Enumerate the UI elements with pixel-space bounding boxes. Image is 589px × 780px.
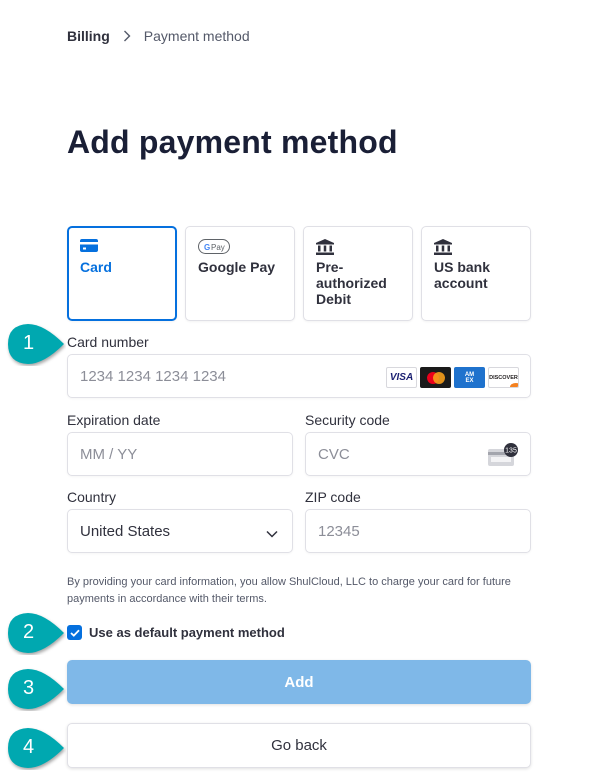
add-button[interactable]: Add: [67, 660, 531, 704]
callout-marker-4: 4: [4, 726, 64, 768]
credit-card-icon: [80, 239, 164, 255]
security-code-label: Security code: [305, 412, 390, 428]
expiration-placeholder: MM / YY: [80, 445, 138, 463]
tab-us-bank-account-label: US bank account: [434, 259, 491, 291]
payment-method-tabs: Card G Pay Google Pay Pre- authorized Deb…: [67, 226, 531, 321]
page-title: Add payment method: [67, 124, 398, 160]
card-number-placeholder: 1234 1234 1234 1234: [80, 367, 226, 385]
card-number-label: Card number: [67, 334, 149, 350]
svg-text:G: G: [204, 243, 210, 252]
default-payment-checkbox-row[interactable]: Use as default payment method: [67, 625, 285, 640]
callout-marker-2: 2: [4, 611, 64, 653]
bank-icon: [434, 239, 518, 255]
default-payment-checkbox[interactable]: [67, 625, 82, 640]
tab-us-bank-account[interactable]: US bank account: [421, 226, 531, 321]
breadcrumb-current: Payment method: [143, 28, 250, 44]
breadcrumb-billing-link[interactable]: Billing: [67, 28, 110, 44]
security-code-placeholder: CVC: [318, 445, 350, 463]
callout-number: 3: [22, 676, 35, 699]
amex-icon: AM EX: [454, 367, 485, 388]
svg-text:135: 135: [505, 448, 517, 455]
callout-number: 2: [22, 620, 35, 643]
mastercard-icon: [420, 367, 451, 388]
tab-pre-authorized-debit-label: Pre- authorized Debit: [316, 259, 387, 307]
tab-google-pay-label: Google Pay: [198, 259, 276, 275]
tab-card[interactable]: Card: [67, 226, 177, 321]
tab-card-label: Card: [80, 259, 112, 275]
tab-pre-authorized-debit[interactable]: Pre- authorized Debit: [303, 226, 413, 321]
tab-google-pay[interactable]: G Pay Google Pay: [185, 226, 295, 321]
card-number-input[interactable]: 1234 1234 1234 1234 VISA AM EX DISCOVER: [67, 354, 531, 398]
security-code-input[interactable]: CVC 135: [305, 432, 531, 476]
expiration-date-input[interactable]: MM / YY: [67, 432, 293, 476]
breadcrumb: Billing Payment method: [67, 28, 250, 44]
cvc-card-icon: 135: [488, 442, 518, 468]
authorization-disclaimer: By providing your card information, you …: [67, 576, 511, 605]
zip-code-label: ZIP code: [305, 489, 361, 505]
card-brands: VISA AM EX DISCOVER: [386, 367, 519, 388]
callout-marker-3: 3: [4, 667, 64, 709]
expiration-date-label: Expiration date: [67, 412, 161, 428]
country-value: United States: [80, 522, 171, 540]
chevron-right-icon: [123, 29, 133, 43]
google-pay-icon: G Pay: [198, 239, 282, 255]
bank-icon: [316, 239, 400, 255]
zip-code-input[interactable]: 12345: [305, 509, 531, 553]
default-payment-label: Use as default payment method: [89, 625, 285, 640]
discover-icon: DISCOVER: [488, 367, 519, 388]
go-back-button[interactable]: Go back: [67, 723, 531, 768]
country-label: Country: [67, 489, 117, 505]
chevron-down-icon: [266, 525, 278, 542]
svg-text:Pay: Pay: [211, 243, 225, 252]
callout-number: 4: [22, 735, 35, 758]
callout-number: 1: [22, 331, 35, 354]
zip-placeholder: 12345: [318, 522, 360, 540]
country-select[interactable]: United States: [67, 509, 293, 553]
callout-marker-1: 1: [4, 322, 64, 364]
visa-icon: VISA: [386, 367, 417, 388]
